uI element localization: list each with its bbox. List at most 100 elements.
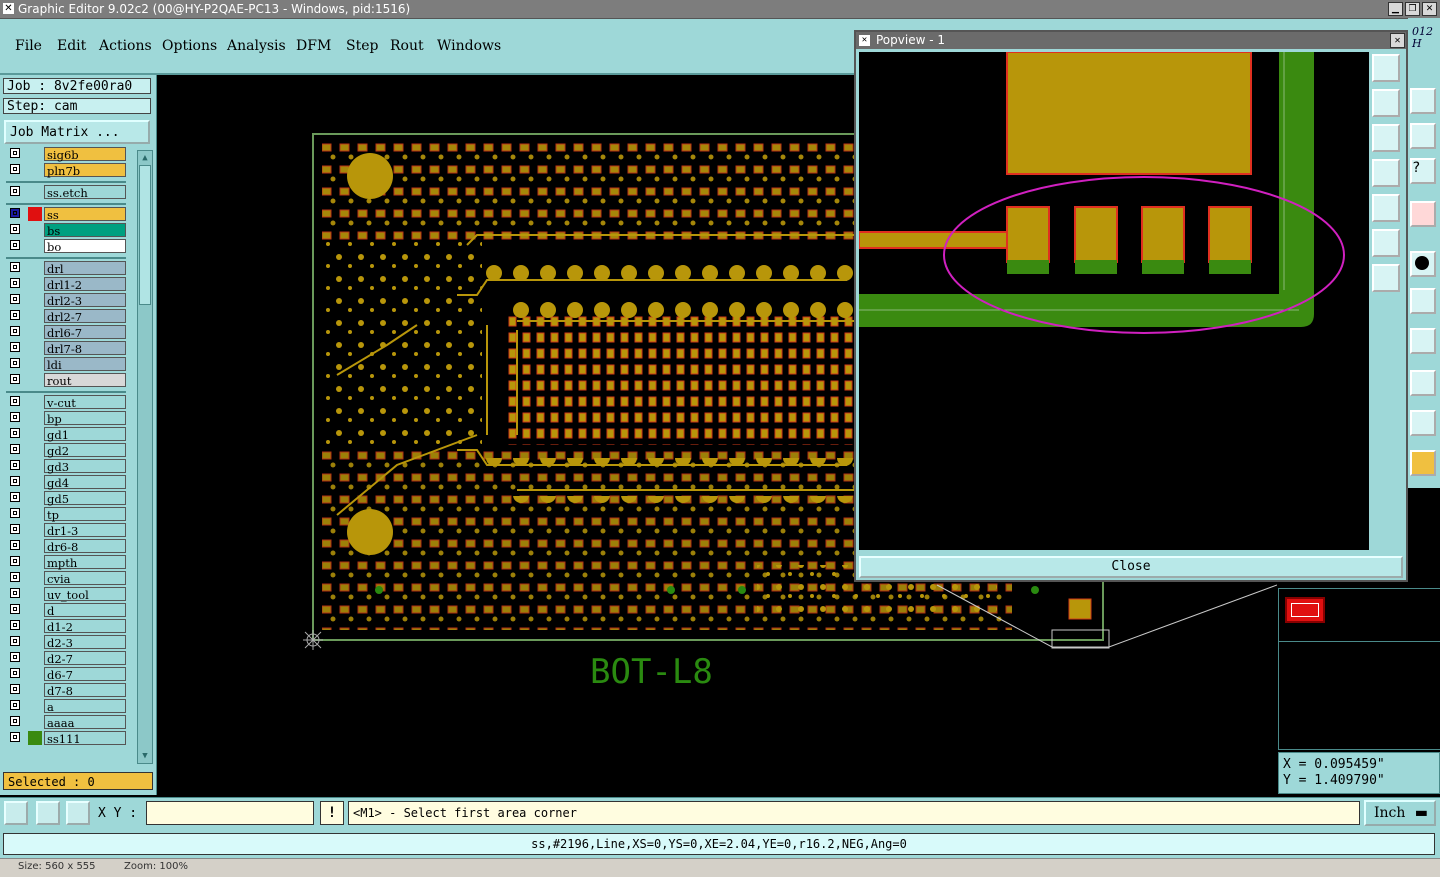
layer-color-swatch[interactable] xyxy=(28,507,42,521)
layer-checkbox[interactable] xyxy=(10,396,20,406)
layer-checkbox[interactable] xyxy=(10,556,20,566)
layer-row-ss[interactable]: ss xyxy=(6,207,126,222)
layer-color-swatch[interactable] xyxy=(28,699,42,713)
layer-color-swatch[interactable] xyxy=(28,325,42,339)
layer-color-swatch[interactable] xyxy=(28,395,42,409)
layer-row-drl7-8[interactable]: drl7-8 xyxy=(6,341,126,356)
layer-row-drl2-3[interactable]: drl2-3 xyxy=(6,293,126,308)
menu-options[interactable]: Options xyxy=(162,38,217,54)
layer-row-gd3[interactable]: gd3 xyxy=(6,459,126,474)
shapes-icon[interactable] xyxy=(1410,370,1436,396)
units-select[interactable]: Inch ▬ xyxy=(1364,800,1436,826)
layer-checkbox[interactable] xyxy=(10,620,20,630)
layer-row-d6-7[interactable]: d6-7 xyxy=(6,667,126,682)
layer-checkbox[interactable] xyxy=(10,208,20,218)
layer-checkbox[interactable] xyxy=(10,326,20,336)
popview-zoom-in-icon[interactable] xyxy=(1372,54,1400,82)
arc-icon[interactable] xyxy=(1410,410,1436,436)
layer-checkbox[interactable] xyxy=(10,412,20,422)
layer-color-swatch[interactable] xyxy=(28,261,42,275)
info-icon[interactable]: ! xyxy=(320,801,344,825)
layer-row-mpth[interactable]: mpth xyxy=(6,555,126,570)
layer-row-d2-3[interactable]: d2-3 xyxy=(6,635,126,650)
maximize-icon[interactable]: ❐ xyxy=(1405,2,1420,16)
layer-row-rout[interactable]: rout xyxy=(6,373,126,388)
layer-row-gd1[interactable]: gd1 xyxy=(6,427,126,442)
layer-checkbox[interactable] xyxy=(10,700,20,710)
layer-color-swatch[interactable] xyxy=(28,147,42,161)
layer-row-drl2-7[interactable]: drl2-7 xyxy=(6,309,126,324)
layer-color-swatch[interactable] xyxy=(28,731,42,745)
resize-icon[interactable] xyxy=(4,801,28,825)
layer-row-cvia[interactable]: cvia xyxy=(6,571,126,586)
layer-checkbox[interactable] xyxy=(10,342,20,352)
layer-checkbox[interactable] xyxy=(10,636,20,646)
layer-color-swatch[interactable] xyxy=(28,603,42,617)
layer-checkbox[interactable] xyxy=(10,668,20,678)
layer-color-swatch[interactable] xyxy=(28,309,42,323)
layer-row-bo[interactable]: bo xyxy=(6,239,126,254)
layer-row-ss111[interactable]: ss111 xyxy=(6,731,126,746)
layer-scrollbar[interactable]: ▲ ▼ xyxy=(137,150,153,764)
close-icon[interactable]: ✕ xyxy=(1422,2,1437,16)
grid-icon[interactable] xyxy=(66,801,90,825)
layer-color-swatch[interactable] xyxy=(28,619,42,633)
layer-row-pln7b[interactable]: pln7b xyxy=(6,163,126,178)
layer-row-drl[interactable]: drl xyxy=(6,261,126,276)
layer-row-dr6-8[interactable]: dr6-8 xyxy=(6,539,126,554)
layer-row-ss.etch[interactable]: ss.etch xyxy=(6,185,126,200)
layer-checkbox[interactable] xyxy=(10,444,20,454)
layer-checkbox[interactable] xyxy=(10,278,20,288)
layout-icon[interactable] xyxy=(1410,123,1436,149)
layer-color-swatch[interactable] xyxy=(28,427,42,441)
menu-file[interactable]: File xyxy=(15,38,42,54)
xy-input[interactable] xyxy=(146,801,314,825)
popview-close-button[interactable]: Close xyxy=(859,556,1403,578)
layer-color-swatch[interactable] xyxy=(28,207,42,221)
layer-color-swatch[interactable] xyxy=(28,341,42,355)
layer-row-gd2[interactable]: gd2 xyxy=(6,443,126,458)
minimap[interactable] xyxy=(1278,588,1440,750)
pointer-icon[interactable] xyxy=(1410,450,1436,476)
layer-checkbox[interactable] xyxy=(10,572,20,582)
layer-checkbox[interactable] xyxy=(10,540,20,550)
layer-checkbox[interactable] xyxy=(10,732,20,742)
layer-row-bp[interactable]: bp xyxy=(6,411,126,426)
layer-color-swatch[interactable] xyxy=(28,373,42,387)
snap-icon[interactable] xyxy=(36,801,60,825)
layer-checkbox[interactable] xyxy=(10,524,20,534)
layer-color-swatch[interactable] xyxy=(28,715,42,729)
layer-row-drl1-2[interactable]: drl1-2 xyxy=(6,277,126,292)
layer-checkbox[interactable] xyxy=(10,652,20,662)
popview-down-icon[interactable] xyxy=(1372,124,1400,152)
layer-row-dr1-3[interactable]: dr1-3 xyxy=(6,523,126,538)
minimize-icon[interactable]: ▁ xyxy=(1388,2,1403,16)
layer-checkbox[interactable] xyxy=(10,224,20,234)
layer-checkbox[interactable] xyxy=(10,604,20,614)
layer-checkbox[interactable] xyxy=(10,186,20,196)
menu-windows[interactable]: Windows xyxy=(437,38,501,54)
popview-center-icon[interactable] xyxy=(1372,264,1400,292)
scroll-up-icon[interactable]: ▲ xyxy=(139,153,151,163)
scroll-down-icon[interactable]: ▼ xyxy=(139,751,151,761)
layer-color-swatch[interactable] xyxy=(28,667,42,681)
layer-row-ldi[interactable]: ldi xyxy=(6,357,126,372)
layer-row-drl6-7[interactable]: drl6-7 xyxy=(6,325,126,340)
layer-checkbox[interactable] xyxy=(10,428,20,438)
layer-checkbox[interactable] xyxy=(10,148,20,158)
layer-row-aaaa[interactable]: aaaa xyxy=(6,715,126,730)
layer-row-tp[interactable]: tp xyxy=(6,507,126,522)
layer-color-swatch[interactable] xyxy=(28,459,42,473)
popview-right-icon[interactable] xyxy=(1372,194,1400,222)
record-icon[interactable] xyxy=(1410,201,1436,227)
layer-row-uv_tool[interactable]: uv_tool xyxy=(6,587,126,602)
layer-color-swatch[interactable] xyxy=(28,491,42,505)
layer-checkbox[interactable] xyxy=(10,164,20,174)
layer-row-v-cut[interactable]: v-cut xyxy=(6,395,126,410)
layer-row-d7-8[interactable]: d7-8 xyxy=(6,683,126,698)
layer-row-gd4[interactable]: gd4 xyxy=(6,475,126,490)
flag-icon[interactable] xyxy=(1410,328,1436,354)
layer-checkbox[interactable] xyxy=(10,684,20,694)
menu-rout[interactable]: Rout xyxy=(390,38,424,54)
scroll-thumb[interactable] xyxy=(139,165,151,305)
